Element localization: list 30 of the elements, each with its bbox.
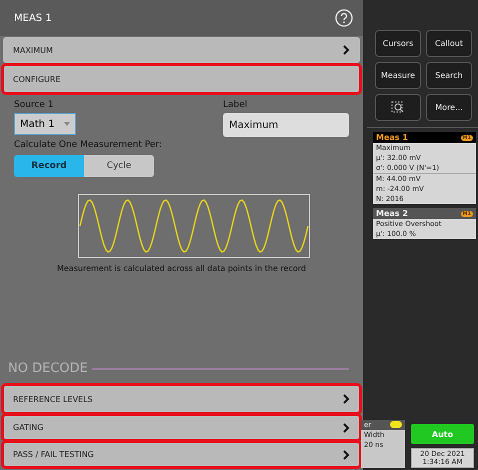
side-button[interactable]: Callout <box>426 30 472 57</box>
measurement-per-label: Calculate One Measurement Per: <box>14 140 163 150</box>
side-button[interactable]: Cursors <box>375 30 421 57</box>
label-caption: Label <box>223 100 248 110</box>
help-icon[interactable] <box>335 9 353 27</box>
panel-title: MEAS 1 <box>14 12 52 24</box>
side-button[interactable]: Measure <box>375 62 421 89</box>
chevron-right-icon <box>343 450 350 460</box>
decode-label: NO DECODE <box>8 361 88 376</box>
card-title: Meas 1 <box>376 133 408 142</box>
card-title: Meas 2 <box>376 209 408 218</box>
chevron-right-icon <box>343 394 350 404</box>
side-button[interactable]: Search <box>426 62 472 89</box>
source-dropdown[interactable]: Math 1 <box>14 113 76 135</box>
measurement-type-row[interactable]: MAXIMUM <box>3 37 360 63</box>
measurement-per-option[interactable]: Record <box>14 155 84 177</box>
dropdown-caret-icon <box>64 122 70 126</box>
section-row[interactable]: REFERENCE LEVELS <box>3 385 360 413</box>
side-button[interactable]: More... <box>426 94 472 121</box>
source-label: Source 1 <box>14 100 54 110</box>
label-input[interactable]: Maximum <box>223 113 349 137</box>
measurement-caption: Measurement is calculated across all data points in the record <box>56 264 307 273</box>
section-row[interactable]: GATING <box>3 415 360 440</box>
chevron-right-icon <box>343 422 350 432</box>
zoom-button[interactable] <box>375 94 421 121</box>
configure-row[interactable]: CONFIGURE <box>3 65 360 93</box>
zoom-icon <box>391 100 405 114</box>
measurement-per-option[interactable]: Cycle <box>84 155 154 177</box>
chevron-right-icon <box>343 45 350 55</box>
section-row[interactable]: PASS / FAIL TESTING <box>3 442 360 467</box>
